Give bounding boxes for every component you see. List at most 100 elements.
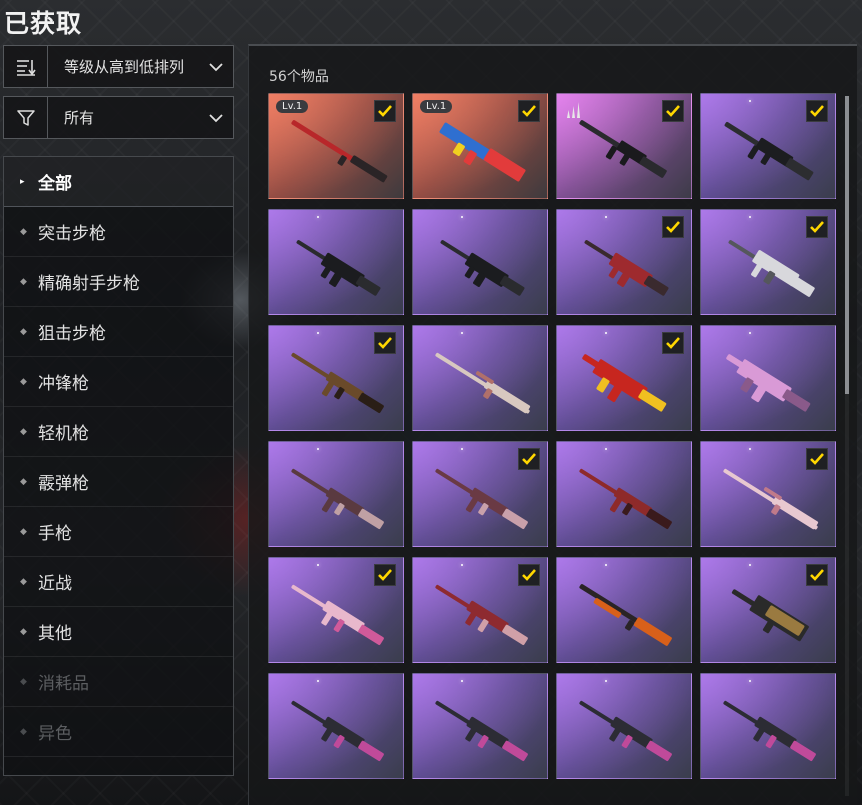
weapon-image bbox=[435, 468, 528, 530]
sort-dropdown[interactable]: 等级从高到低排列 bbox=[3, 45, 234, 88]
weapon-skin-card[interactable] bbox=[556, 441, 692, 547]
bullet-icon: ◆ bbox=[20, 576, 27, 587]
category-item[interactable]: ◆ 近战 bbox=[4, 557, 233, 607]
weapon-image bbox=[724, 121, 814, 181]
weapon-skin-card[interactable] bbox=[700, 325, 836, 431]
sort-dropdown-label: 等级从高到低排列 bbox=[64, 58, 185, 76]
sparkle-icon bbox=[605, 332, 607, 334]
category-label: 消耗品 bbox=[38, 674, 89, 694]
sparkle-icon bbox=[461, 216, 463, 218]
filter-dropdown-label: 所有 bbox=[64, 109, 95, 127]
bullet-icon: ◆ bbox=[20, 226, 27, 237]
sparkle-icon bbox=[461, 564, 463, 566]
check-icon bbox=[806, 564, 828, 586]
check-icon bbox=[662, 332, 684, 354]
category-label: 突击步枪 bbox=[38, 224, 106, 244]
sparkle-icon bbox=[461, 680, 463, 682]
check-icon bbox=[662, 100, 684, 122]
category-label: 全部 bbox=[38, 174, 72, 194]
weapon-image bbox=[726, 354, 811, 412]
weapon-skin-card[interactable] bbox=[412, 557, 548, 663]
category-label: 异色 bbox=[38, 724, 72, 744]
weapon-image bbox=[440, 240, 525, 296]
category-label: 轻机枪 bbox=[38, 424, 89, 444]
weapon-skin-card[interactable] bbox=[412, 325, 548, 431]
weapon-skin-card[interactable] bbox=[412, 209, 548, 315]
weapon-skin-card[interactable] bbox=[556, 673, 692, 779]
category-label: 冲锋枪 bbox=[38, 374, 89, 394]
category-item[interactable]: ▸ 全部 bbox=[4, 157, 233, 207]
tier-icon bbox=[567, 102, 580, 118]
sparkle-icon bbox=[317, 564, 319, 566]
sparkle-icon bbox=[749, 216, 751, 218]
weapon-skin-card[interactable] bbox=[556, 209, 692, 315]
category-label: 近战 bbox=[38, 574, 72, 594]
weapon-skin-card[interactable] bbox=[268, 325, 404, 431]
weapon-skin-card[interactable]: Lv.1 bbox=[412, 93, 548, 199]
category-list: ▸ 全部 ◆ 突击步枪 ◆ 精确射手步枪 ◆ 狙击步枪 ◆ 冲锋枪 ◆ 轻机枪 ◆ 霰弹枪 ◆ 手枪 ◆ 近战 ◆ 其… bbox=[3, 156, 234, 776]
level-badge: Lv.1 bbox=[276, 100, 309, 113]
weapon-image bbox=[582, 354, 667, 412]
category-item[interactable]: ◆ 冲锋枪 bbox=[4, 357, 233, 407]
filter-icon bbox=[4, 97, 48, 138]
weapon-skin-card[interactable] bbox=[556, 557, 692, 663]
weapon-skin-card[interactable] bbox=[556, 325, 692, 431]
check-icon bbox=[806, 448, 828, 470]
category-label: 狙击步枪 bbox=[38, 324, 106, 344]
sparkle-icon bbox=[605, 448, 607, 450]
scrollbar[interactable] bbox=[845, 96, 849, 796]
filter-dropdown[interactable]: 所有 bbox=[3, 96, 234, 139]
weapon-skin-card[interactable] bbox=[268, 209, 404, 315]
weapon-skin-card[interactable]: Lv.1 bbox=[268, 93, 404, 199]
weapon-skin-card[interactable] bbox=[700, 441, 836, 547]
sparkle-icon bbox=[317, 680, 319, 682]
weapon-skin-card[interactable] bbox=[268, 673, 404, 779]
weapon-image bbox=[723, 468, 819, 530]
category-item[interactable]: ◆ 突击步枪 bbox=[4, 207, 233, 257]
check-icon bbox=[518, 448, 540, 470]
sparkle-icon bbox=[317, 332, 319, 334]
weapon-skin-card[interactable] bbox=[700, 673, 836, 779]
item-count: 56个物品 bbox=[269, 69, 329, 85]
category-item[interactable]: ◆ 霰弹枪 bbox=[4, 457, 233, 507]
category-label: 手枪 bbox=[38, 524, 72, 544]
weapon-image bbox=[435, 584, 528, 646]
category-item[interactable]: ◆ 狙击步枪 bbox=[4, 307, 233, 357]
weapon-skin-card[interactable] bbox=[412, 673, 548, 779]
sparkle-icon bbox=[605, 216, 607, 218]
category-item[interactable]: ◆ 手枪 bbox=[4, 507, 233, 557]
weapon-image bbox=[723, 700, 816, 762]
check-icon bbox=[374, 332, 396, 354]
sparkle-icon bbox=[749, 448, 751, 450]
sparkle-icon bbox=[461, 332, 463, 334]
category-item: ◆ 异色 bbox=[4, 707, 233, 757]
chevron-down-icon bbox=[199, 113, 233, 123]
category-item: ◆ 消耗品 bbox=[4, 657, 233, 707]
weapon-skin-card[interactable] bbox=[412, 441, 548, 547]
category-item[interactable]: ◆ 其他 bbox=[4, 607, 233, 657]
category-label: 霰弹枪 bbox=[38, 474, 89, 494]
weapon-image bbox=[291, 120, 388, 183]
weapon-image bbox=[439, 122, 526, 182]
weapon-skin-card[interactable] bbox=[556, 93, 692, 199]
scrollbar-thumb[interactable] bbox=[845, 96, 849, 394]
category-item[interactable]: ◆ 轻机枪 bbox=[4, 407, 233, 457]
weapon-skin-card[interactable] bbox=[268, 557, 404, 663]
weapon-image bbox=[731, 589, 809, 642]
sparkle-icon bbox=[749, 564, 751, 566]
weapon-image bbox=[291, 700, 384, 762]
weapon-skin-card[interactable] bbox=[700, 93, 836, 199]
weapon-skin-card[interactable] bbox=[700, 209, 836, 315]
page-title: 已获取 bbox=[4, 9, 83, 38]
weapon-skin-card[interactable] bbox=[700, 557, 836, 663]
category-item[interactable]: ◆ 精确射手步枪 bbox=[4, 257, 233, 307]
weapon-skin-card[interactable] bbox=[268, 441, 404, 547]
item-grid: Lv.1 Lv.1 bbox=[268, 93, 836, 779]
bullet-icon: ◆ bbox=[20, 726, 27, 737]
weapon-image bbox=[584, 240, 669, 296]
bullet-icon: ◆ bbox=[20, 326, 27, 337]
weapon-image bbox=[435, 352, 531, 414]
chevron-down-icon bbox=[199, 62, 233, 72]
weapon-image bbox=[296, 240, 381, 296]
sparkle-icon bbox=[461, 448, 463, 450]
